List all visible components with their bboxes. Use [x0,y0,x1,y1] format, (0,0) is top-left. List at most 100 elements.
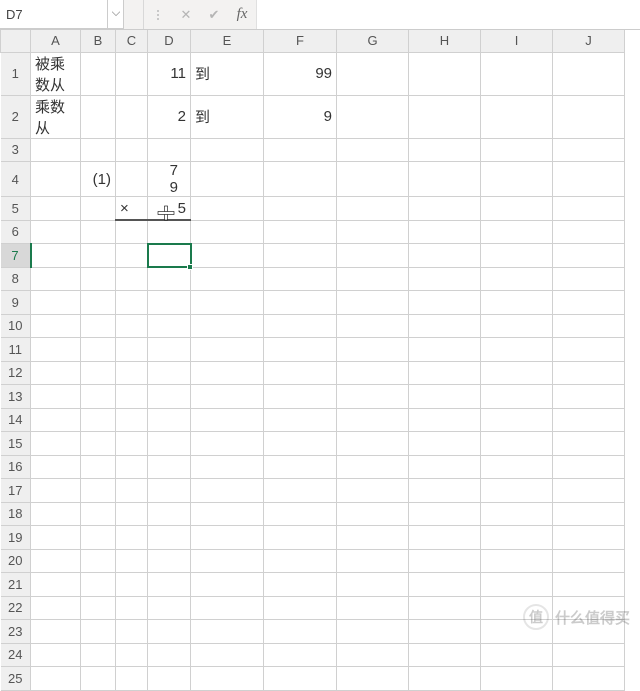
row-header-24[interactable]: 24 [1,643,31,667]
cell-E24[interactable] [191,643,264,667]
cell-G18[interactable] [337,502,409,526]
cell-A8[interactable] [31,267,81,291]
cell-F15[interactable] [264,432,337,456]
cell-B7[interactable] [81,244,116,268]
cell-A10[interactable] [31,314,81,338]
cell-C18[interactable] [116,502,148,526]
cell-F23[interactable] [264,620,337,644]
row-header-8[interactable]: 8 [1,267,31,291]
cell-B14[interactable] [81,408,116,432]
cell-A7[interactable] [31,244,81,268]
cell-I5[interactable] [481,197,553,221]
row-header-23[interactable]: 23 [1,620,31,644]
cell-F7[interactable] [264,244,337,268]
cell-G22[interactable] [337,596,409,620]
cell-C1[interactable] [116,52,148,95]
cell-D5[interactable]: 5 [148,197,191,221]
row-header-16[interactable]: 16 [1,455,31,479]
cell-G23[interactable] [337,620,409,644]
cell-F11[interactable] [264,338,337,362]
cell-C24[interactable] [116,643,148,667]
cell-B16[interactable] [81,455,116,479]
cell-G20[interactable] [337,549,409,573]
cell-D10[interactable] [148,314,191,338]
cell-A23[interactable] [31,620,81,644]
cell-B1[interactable] [81,52,116,95]
confirm-button[interactable]: ✔ [200,0,228,29]
cell-A22[interactable] [31,596,81,620]
row-header-18[interactable]: 18 [1,502,31,526]
cell-I19[interactable] [481,526,553,550]
cell-J24[interactable] [553,643,625,667]
cell-D4[interactable]: 7 9 [148,162,191,197]
cell-D20[interactable] [148,549,191,573]
col-header-A[interactable]: A [31,30,81,52]
cell-I3[interactable] [481,138,553,162]
cell-H20[interactable] [409,549,481,573]
cell-E7[interactable] [191,244,264,268]
cell-H13[interactable] [409,385,481,409]
cell-J4[interactable] [553,162,625,197]
cell-I12[interactable] [481,361,553,385]
row-header-19[interactable]: 19 [1,526,31,550]
cell-D16[interactable] [148,455,191,479]
cell-E22[interactable] [191,596,264,620]
cell-J20[interactable] [553,549,625,573]
cell-A11[interactable] [31,338,81,362]
cell-E13[interactable] [191,385,264,409]
cell-J8[interactable] [553,267,625,291]
cell-I6[interactable] [481,220,553,244]
cell-B12[interactable] [81,361,116,385]
cell-E23[interactable] [191,620,264,644]
row-header-14[interactable]: 14 [1,408,31,432]
cell-D22[interactable] [148,596,191,620]
cell-A6[interactable] [31,220,81,244]
cell-D24[interactable] [148,643,191,667]
cell-G1[interactable] [337,52,409,95]
cell-C13[interactable] [116,385,148,409]
cell-E4[interactable] [191,162,264,197]
cell-H12[interactable] [409,361,481,385]
row-header-22[interactable]: 22 [1,596,31,620]
cell-G4[interactable] [337,162,409,197]
cell-I25[interactable] [481,667,553,691]
insert-function-button[interactable]: fx [228,0,256,29]
cell-I11[interactable] [481,338,553,362]
cell-E2[interactable]: 到 [191,95,264,138]
cell-B11[interactable] [81,338,116,362]
cell-E12[interactable] [191,361,264,385]
cell-D9[interactable] [148,291,191,315]
col-header-J[interactable]: J [553,30,625,52]
row-header-13[interactable]: 13 [1,385,31,409]
row-header-7[interactable]: 7 [1,244,31,268]
cell-C15[interactable] [116,432,148,456]
cell-J16[interactable] [553,455,625,479]
cell-D19[interactable] [148,526,191,550]
row-header-1[interactable]: 1 [1,52,31,95]
cell-G21[interactable] [337,573,409,597]
cell-C2[interactable] [116,95,148,138]
cell-C12[interactable] [116,361,148,385]
cell-B9[interactable] [81,291,116,315]
cell-E11[interactable] [191,338,264,362]
cell-A3[interactable] [31,138,81,162]
cell-E1[interactable]: 到 [191,52,264,95]
cell-J7[interactable] [553,244,625,268]
cell-E9[interactable] [191,291,264,315]
cell-H4[interactable] [409,162,481,197]
cell-C20[interactable] [116,549,148,573]
cell-E25[interactable] [191,667,264,691]
cell-F8[interactable] [264,267,337,291]
cell-E10[interactable] [191,314,264,338]
cell-A18[interactable] [31,502,81,526]
cell-C6[interactable] [116,220,148,244]
cell-H10[interactable] [409,314,481,338]
cell-F5[interactable] [264,197,337,221]
row-header-10[interactable]: 10 [1,314,31,338]
cell-F3[interactable] [264,138,337,162]
cell-F2[interactable]: 9 [264,95,337,138]
cell-B4[interactable]: (1) [81,162,116,197]
cell-G14[interactable] [337,408,409,432]
cell-C25[interactable] [116,667,148,691]
cell-H24[interactable] [409,643,481,667]
